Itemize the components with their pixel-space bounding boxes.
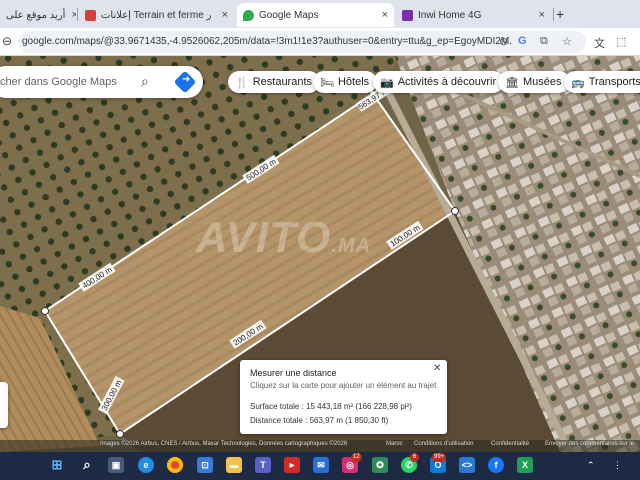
imagery-credit: Images ©2026 Airbus, CNES / Airbus, Maxa… bbox=[100, 441, 348, 447]
feedback-link[interactable]: Envoyer des commentaires sur le bbox=[545, 441, 634, 447]
close-icon[interactable]: ✕ bbox=[433, 363, 441, 374]
location-icon[interactable]: ⊙ bbox=[499, 35, 508, 48]
chip-hotels[interactable]: 🛏 Hôtels bbox=[313, 71, 378, 93]
windows-start-icon[interactable]: ⊞ bbox=[49, 457, 65, 473]
store-icon[interactable]: ⊡ bbox=[197, 457, 213, 473]
measure-area: Surface totale : 15 443,18 m² (166 228,9… bbox=[250, 402, 412, 411]
vscode-icon[interactable]: <> bbox=[459, 457, 475, 473]
search-icon[interactable]: ⌕ bbox=[79, 457, 95, 473]
chip-label: Musées bbox=[522, 76, 562, 88]
tab-google-maps[interactable]: Google Maps × bbox=[237, 3, 394, 27]
measure-distance-panel: Mesurer une distance Cliquez sur la cart… bbox=[240, 360, 447, 434]
xbox-icon[interactable]: ✪ bbox=[372, 457, 388, 473]
close-tab-icon[interactable]: × bbox=[533, 9, 545, 21]
tray-menu-icon[interactable]: ⋮ bbox=[613, 460, 622, 471]
close-tab-icon[interactable]: × bbox=[65, 9, 76, 21]
maps-pin-icon bbox=[243, 9, 254, 21]
windows-taskbar: ⊞ ⌕ ▣ e ⊡ ▬ T ▶ ✉ ◎ 12 ✪ ✆ 6 O 99+ <> f … bbox=[0, 452, 640, 480]
chip-activities[interactable]: 📷 Activités à découvrir bbox=[373, 71, 505, 93]
google-lens-icon[interactable]: G bbox=[518, 35, 527, 47]
extensions-icon[interactable]: ⬚ bbox=[616, 35, 626, 48]
tab-title: إعلانات Terrain et ferme عقار bbox=[101, 9, 211, 21]
facebook-icon[interactable]: f bbox=[488, 457, 504, 473]
chip-label: Transports e bbox=[588, 76, 640, 88]
tray-expand-icon[interactable]: ⌃ bbox=[587, 460, 595, 471]
chip-label: Restaurants bbox=[252, 76, 313, 88]
satellite-map[interactable]: 500,00 m 563,97 m 100,00 m 400,00 m 200,… bbox=[0, 56, 640, 452]
media-app-icon[interactable]: ▶ bbox=[284, 457, 300, 473]
close-tab-icon[interactable]: × bbox=[216, 9, 228, 21]
tab-title: Google Maps bbox=[259, 9, 319, 21]
maps-search-box[interactable]: cher dans Google Maps ⌕ ➜ bbox=[0, 66, 203, 98]
chip-label: Activités à découvrir bbox=[397, 76, 497, 88]
omnibox[interactable]: google.com/maps/@33.9671435,-4.9526062,2… bbox=[18, 31, 586, 53]
measure-distance: Distance totale : 563,97 m (1 850,30 ft) bbox=[250, 416, 389, 425]
measure-title: Mesurer une distance bbox=[250, 368, 337, 378]
task-view-icon[interactable]: ▣ bbox=[108, 457, 124, 473]
edge-browser-icon[interactable]: e bbox=[138, 457, 154, 473]
tab-title: أريد موقع على bbox=[6, 9, 66, 21]
whatsapp-badge: 6 bbox=[410, 453, 419, 462]
tab-separator bbox=[77, 8, 78, 21]
privacy-link[interactable]: Confidentialité bbox=[491, 441, 529, 447]
install-app-icon[interactable]: ⧉ bbox=[540, 35, 548, 48]
chip-museums[interactable]: 🏛 Musées bbox=[498, 71, 570, 93]
chip-restaurants[interactable]: 🍴 Restaurants bbox=[228, 71, 321, 93]
red-favicon-icon bbox=[85, 9, 96, 21]
close-tab-icon[interactable]: × bbox=[376, 9, 388, 21]
watermark-text: AVITO bbox=[196, 213, 332, 262]
tab-inwi[interactable]: Inwi Home 4G × bbox=[396, 3, 551, 27]
chip-transports[interactable]: 🚌Transports e bbox=[564, 71, 640, 93]
measure-point[interactable] bbox=[451, 207, 459, 215]
site-info-icon[interactable]: ⊖ bbox=[2, 34, 12, 48]
fork-knife-icon: 🍴 bbox=[235, 76, 249, 89]
measure-point[interactable] bbox=[116, 430, 124, 438]
directions-icon[interactable]: ➜ bbox=[173, 70, 197, 94]
browser-tab-bar: أريد موقع على × إعلانات Terrain et ferme… bbox=[0, 0, 640, 28]
camera-icon: 📷 bbox=[380, 76, 394, 89]
museum-icon: 🏛 bbox=[505, 76, 519, 89]
url-text[interactable]: google.com/maps/@33.9671435,-4.9526062,2… bbox=[22, 36, 512, 47]
address-bar: ⊖ google.com/maps/@33.9671435,-4.9526062… bbox=[0, 28, 640, 56]
map-attribution-bar: Images ©2026 Airbus, CNES / Airbus, Maxa… bbox=[0, 440, 640, 452]
instagram-badge: 12 bbox=[351, 453, 362, 462]
measure-point[interactable] bbox=[41, 307, 49, 315]
bed-icon: 🛏 bbox=[320, 76, 334, 89]
watermark-suffix: .MA bbox=[331, 235, 372, 257]
terms-link[interactable]: Conditions d'utilisation bbox=[414, 441, 474, 447]
excel-icon[interactable]: X bbox=[517, 457, 533, 473]
chrome-icon[interactable] bbox=[167, 457, 183, 473]
tab-separator bbox=[553, 8, 554, 21]
layers-toggle[interactable] bbox=[0, 382, 8, 428]
mail-badge: 99+ bbox=[432, 453, 447, 462]
avito-watermark: AVITO.MA bbox=[196, 213, 371, 263]
file-explorer-icon[interactable]: ▬ bbox=[226, 457, 242, 473]
chip-label: Hôtels bbox=[337, 76, 370, 88]
mail-icon[interactable]: ✉ bbox=[313, 457, 329, 473]
country-label: Maroc bbox=[386, 441, 403, 447]
inwi-icon bbox=[402, 9, 413, 21]
translate-icon[interactable]: 文 bbox=[594, 35, 605, 51]
search-icon[interactable]: ⌕ bbox=[141, 73, 149, 90]
bus-icon: 🚌 bbox=[571, 76, 585, 89]
search-input[interactable]: cher dans Google Maps bbox=[0, 76, 117, 88]
tab-avito-question[interactable]: أريد موقع على × bbox=[0, 3, 76, 27]
teams-icon[interactable]: T bbox=[255, 457, 271, 473]
tab-title: Inwi Home 4G bbox=[418, 9, 482, 21]
bookmark-star-icon[interactable]: ☆ bbox=[562, 35, 572, 48]
tab-terrain-listings[interactable]: إعلانات Terrain et ferme عقار × bbox=[79, 3, 234, 27]
measure-hint: Cliquez sur la carte pour ajouter un élé… bbox=[250, 381, 437, 390]
new-tab-button[interactable]: + bbox=[556, 6, 564, 22]
